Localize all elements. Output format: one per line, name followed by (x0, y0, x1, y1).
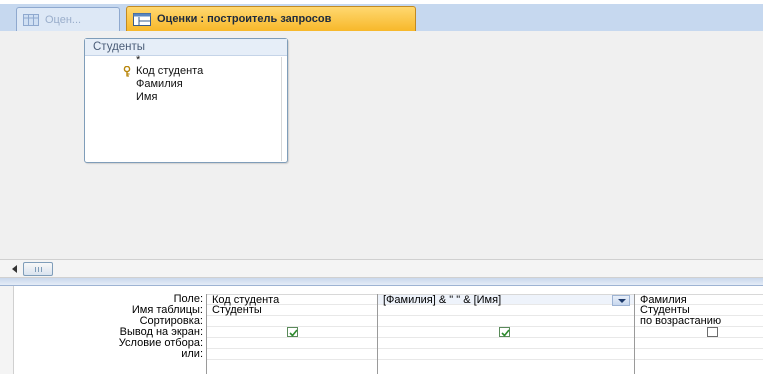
show-checkbox[interactable] (499, 327, 510, 337)
cell-sort[interactable] (378, 316, 634, 327)
row-label-criteria: Условие отбора: (118, 337, 203, 349)
query-design-icon (133, 12, 151, 26)
cell-show (378, 327, 634, 338)
cell-criteria[interactable] (635, 338, 763, 349)
grid-selector-strip[interactable] (0, 286, 14, 374)
scroll-thumb[interactable] (23, 262, 53, 276)
cell-criteria[interactable] (207, 338, 377, 349)
table-icon (23, 13, 39, 26)
grid-column-3: Фамилия Студенты по возрастанию (634, 294, 763, 374)
cell-criteria[interactable] (378, 338, 634, 349)
field-list-items: * Код студента Фамилия Имя (85, 55, 287, 104)
query-design-canvas[interactable]: Студенты * Код студента Фамилия Имя (0, 31, 763, 260)
grid-row-labels: Поле: Имя таблицы: Сортировка: Вывод на … (14, 294, 206, 360)
grid-column-1: Код студента Студенты (206, 294, 377, 374)
row-label-or: или: (181, 348, 203, 360)
field-last-name[interactable]: Фамилия (85, 78, 287, 91)
tab-label: Оценки : построитель запросов (157, 13, 332, 25)
cell-or[interactable] (378, 349, 634, 360)
document-tabs: Оцен... Оценки : построитель запросов (0, 4, 763, 31)
field-student-code[interactable]: Код студента (85, 65, 287, 78)
grid-column-2: [Фамилия] & " " & [Имя] (377, 294, 634, 374)
cell-or[interactable] (635, 349, 763, 360)
cell-table[interactable]: Студенты (207, 305, 377, 316)
field-list-scrollbar[interactable] (281, 57, 285, 161)
horizontal-scrollbar[interactable] (0, 259, 763, 278)
cell-show (635, 327, 763, 338)
show-checkbox[interactable] (287, 327, 298, 337)
cell-show (207, 327, 377, 338)
scroll-left-icon[interactable] (12, 265, 17, 273)
tab-oceni-table[interactable]: Оцен... (16, 7, 120, 31)
cell-table[interactable] (378, 305, 634, 316)
tab-label: Оцен... (45, 13, 82, 26)
field-all[interactable]: * (85, 55, 287, 66)
cell-field[interactable]: [Фамилия] & " " & [Имя] (378, 294, 634, 306)
pane-splitter[interactable] (0, 278, 763, 286)
field-list-title[interactable]: Студенты (85, 39, 287, 56)
cell-or[interactable] (207, 349, 377, 360)
query-design-grid: Поле: Имя таблицы: Сортировка: Вывод на … (0, 286, 763, 374)
tab-query-designer[interactable]: Оценки : построитель запросов (126, 6, 416, 31)
field-first-name[interactable]: Имя (85, 91, 287, 104)
cell-sort[interactable]: по возрастанию (635, 316, 763, 327)
cell-sort[interactable] (207, 316, 377, 327)
field-label: Код студента (136, 65, 204, 77)
field-list-students[interactable]: Студенты * Код студента Фамилия Имя (84, 38, 288, 163)
show-checkbox[interactable] (707, 327, 718, 337)
